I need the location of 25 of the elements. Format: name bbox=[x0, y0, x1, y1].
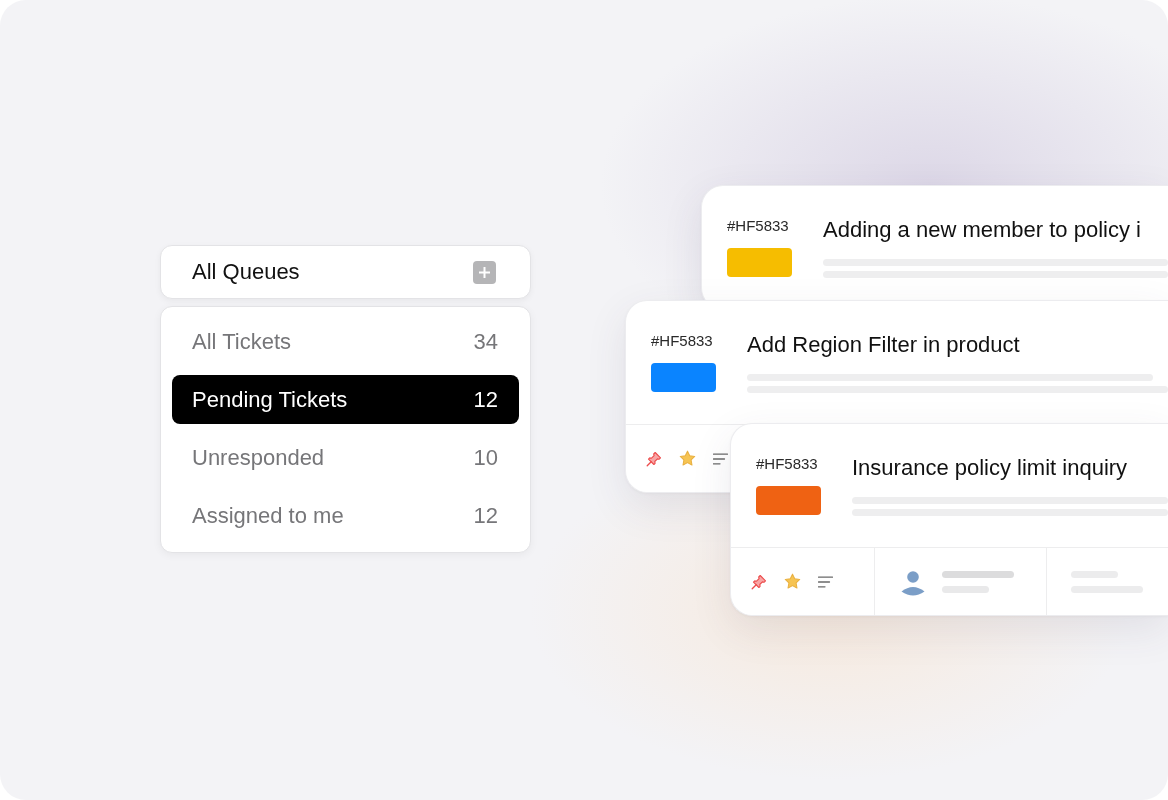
queue-item[interactable]: Pending Tickets 12 bbox=[172, 375, 519, 424]
ticket-id: #HF5833 bbox=[756, 455, 818, 473]
ticket-title: Insurance policy limit inquiry bbox=[852, 455, 1129, 481]
ticket-count: 12 bbox=[473, 386, 498, 413]
avatar-icon bbox=[901, 571, 925, 596]
lines-icon[interactable] bbox=[818, 575, 833, 588]
plus-icon bbox=[479, 266, 490, 278]
queue-title: All Queues bbox=[192, 259, 300, 285]
queue-item[interactable]: Unresponded 10 bbox=[172, 433, 519, 482]
queue-item[interactable]: Assigned to me 12 bbox=[172, 491, 519, 540]
queue-item[interactable]: All Tickets 34 bbox=[172, 317, 519, 366]
pin-icon[interactable] bbox=[751, 573, 767, 590]
ticket-id: #HF5833 bbox=[651, 332, 713, 350]
ticket-count: 34 bbox=[473, 328, 498, 355]
skeleton-line bbox=[942, 570, 1014, 578]
ticket-title: Adding a new member to policy i bbox=[823, 217, 1142, 243]
star-icon[interactable] bbox=[784, 573, 801, 590]
star-icon[interactable] bbox=[679, 450, 696, 467]
pin-icon[interactable] bbox=[646, 450, 662, 467]
ticket-title: Add Region Filter in product bbox=[747, 332, 1021, 358]
ticket-count: 12 bbox=[473, 502, 498, 529]
add-button[interactable] bbox=[473, 260, 496, 284]
lines-icon[interactable] bbox=[713, 452, 728, 465]
ticket-count: 10 bbox=[473, 444, 498, 471]
ticket-id: #HF5833 bbox=[727, 217, 789, 235]
